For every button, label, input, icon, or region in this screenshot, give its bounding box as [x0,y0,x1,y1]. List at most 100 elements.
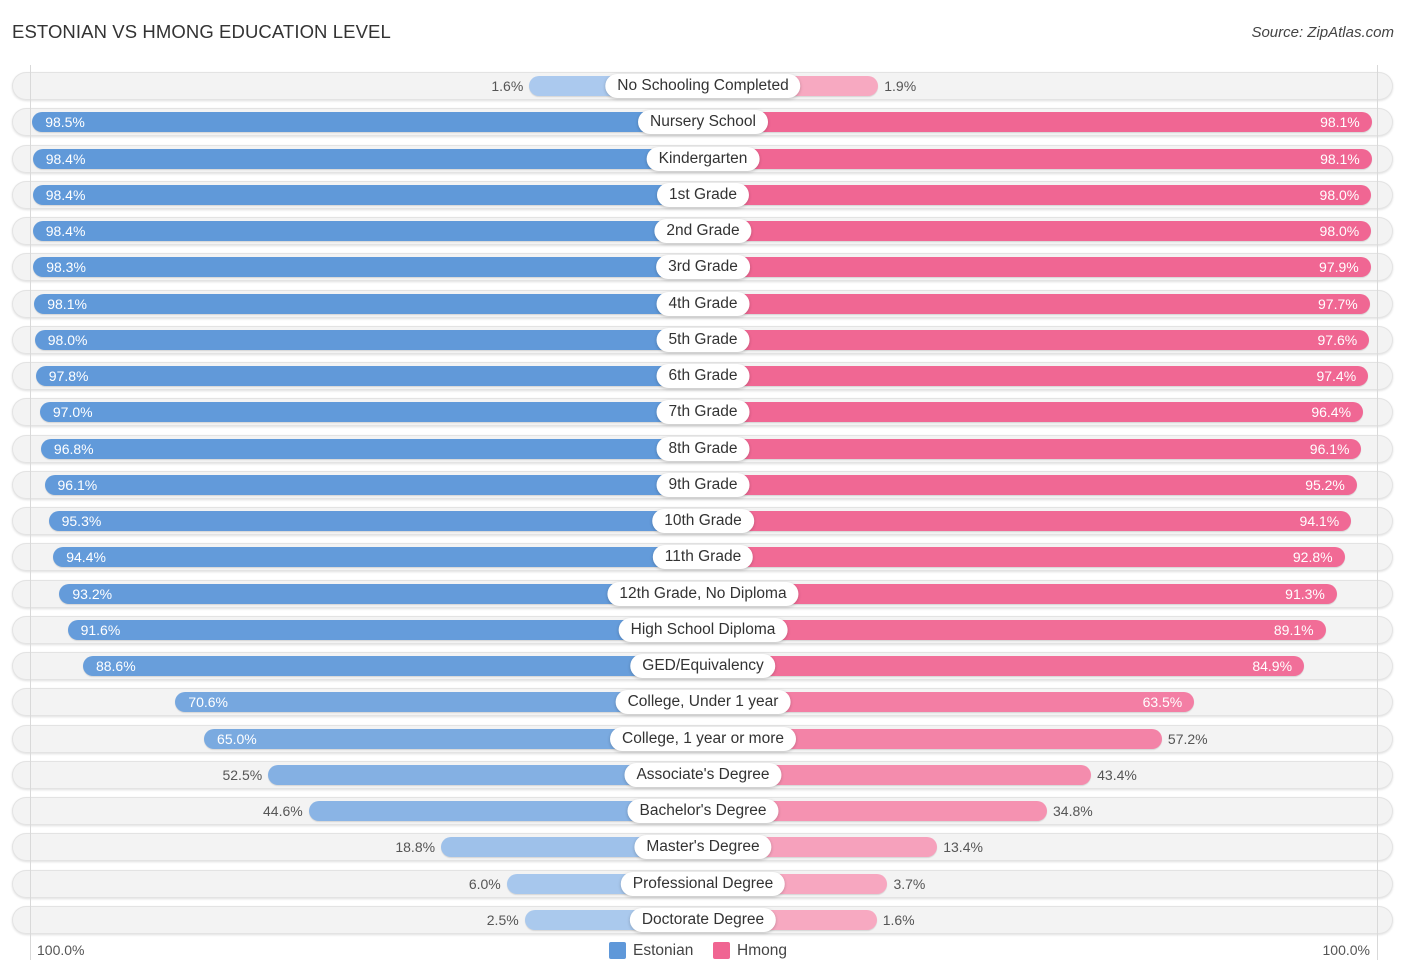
bar-hmong [703,112,1372,133]
bar-estonian [44,474,703,495]
legend-label-hmong: Hmong [737,942,787,959]
bar-hmong [703,366,1369,387]
value-label-hmong: 63.5% [1142,694,1183,711]
bar-hmong [703,547,1345,568]
chart-row: 96.1% 95.2% 9th Grade [0,470,1406,499]
bar-estonian [40,438,703,459]
value-label-estonian: 98.0% [47,331,88,348]
category-label: 10th Grade [652,509,754,534]
value-label-hmong: 34.8% [1053,803,1093,820]
value-label-estonian: 91.6% [80,621,121,638]
bar-estonian [67,619,703,640]
value-label-hmong: 3.7% [893,875,926,892]
value-label-estonian: 98.1% [47,295,87,312]
chart-root: ESTONIAN VS HMONG EDUCATION LEVEL Source… [0,0,1406,975]
value-label-estonian: 93.2% [72,585,113,602]
category-label: GED/Equivalency [630,654,776,679]
value-label-hmong: 94.1% [1299,513,1340,530]
category-label: Nursery School [638,110,768,135]
category-label: Professional Degree [620,871,786,896]
value-label-estonian: 18.8% [395,839,436,856]
bar-hmong [703,184,1372,205]
value-label-hmong: 97.7% [1318,295,1358,312]
chart-row: 95.3% 94.1% 10th Grade [0,507,1406,536]
value-label-estonian: 1.6% [491,78,524,94]
bar-hmong [703,257,1371,278]
chart-row: 96.8% 96.1% 8th Grade [0,434,1406,463]
bar-estonian [48,511,703,532]
bar-hmong [703,148,1372,169]
bar-hmong [703,619,1326,640]
category-label: Kindergarten [646,146,760,171]
legend-swatch-hmong [713,942,730,959]
category-label: No Schooling Completed [605,74,801,98]
bar-hmong [703,656,1305,677]
chart-row: 93.2% 91.3% 12th Grade, No Diploma [0,579,1406,608]
bar-estonian [39,402,703,423]
chart-row: 98.4% 98.0% 2nd Grade [0,217,1406,246]
bar-estonian [35,366,703,387]
plot-area: 1.6% 1.9% No Schooling Completed 98.5% 98.1%… [0,0,1406,975]
category-label: 6th Grade [656,364,750,389]
chart-row: 18.8% 13.4% Master's Degree [0,833,1406,862]
bar-estonian [53,547,703,568]
value-label-hmong: 96.4% [1311,404,1352,421]
category-label: 12th Grade, No Diploma [607,581,799,606]
chart-row: 6.0% 3.7% Professional Degree [0,869,1406,898]
value-label-hmong: 1.9% [884,78,917,94]
value-label-hmong: 97.4% [1316,368,1357,385]
value-label-hmong: 98.1% [1320,150,1360,167]
category-label: 8th Grade [656,436,750,461]
chart-row: 98.4% 98.1% Kindergarten [0,144,1406,173]
category-label: 2nd Grade [654,219,752,244]
value-label-hmong: 98.0% [1319,223,1360,240]
chart-row: 94.4% 92.8% 11th Grade [0,543,1406,572]
bar-hmong [703,474,1357,495]
bar-estonian [32,148,703,169]
category-label: 7th Grade [656,400,750,425]
bar-estonian [33,257,703,278]
value-label-hmong: 1.6% [882,911,915,928]
value-label-estonian: 98.4% [45,150,86,167]
value-label-estonian: 97.0% [52,404,93,421]
bar-hmong [703,511,1352,532]
chart-row: 44.6% 34.8% Bachelor's Degree [0,797,1406,826]
value-label-hmong: 97.6% [1317,331,1358,348]
value-label-estonian: 95.3% [61,513,102,530]
chart-row: 97.8% 97.4% 6th Grade [0,362,1406,391]
category-label: College, 1 year or more [610,726,796,751]
value-label-hmong: 97.9% [1319,259,1359,276]
bar-estonian [32,184,703,205]
value-label-estonian: 2.5% [486,911,519,928]
value-label-hmong: 92.8% [1292,549,1333,566]
value-label-estonian: 65.0% [217,730,257,747]
chart-row: 91.6% 89.1% High School Diploma [0,615,1406,644]
category-label: 9th Grade [656,472,750,497]
chart-row: 88.6% 84.9% GED/Equivalency [0,652,1406,681]
value-label-hmong: 95.2% [1305,476,1345,493]
value-label-hmong: 57.2% [1167,730,1208,747]
chart-row: 97.0% 96.4% 7th Grade [0,398,1406,427]
value-label-estonian: 98.4% [45,223,86,240]
legend-swatch-estonian [609,942,626,959]
value-label-hmong: 91.3% [1285,585,1325,602]
value-label-estonian: 98.5% [45,114,85,131]
gridline-right-100 [1377,65,1378,960]
value-label-estonian: 70.6% [188,694,229,711]
legend: Estonian Hmong [0,940,1406,962]
value-label-estonian: 97.8% [48,368,89,385]
category-label: 3rd Grade [656,255,750,280]
value-label-estonian: 88.6% [95,658,136,675]
category-label: Bachelor's Degree [627,799,779,824]
category-label: High School Diploma [618,617,788,642]
chart-row: 1.6% 1.9% No Schooling Completed [0,72,1406,100]
category-label: 4th Grade [656,291,750,316]
chart-row: 70.6% 63.5% College, Under 1 year [0,688,1406,717]
chart-row: 65.0% 57.2% College, 1 year or more [0,724,1406,753]
value-label-hmong: 96.1% [1309,440,1350,457]
category-label: 5th Grade [656,327,750,352]
gridline-left-100 [30,65,31,960]
bar-hmong [703,329,1370,350]
category-label: 1st Grade [656,182,750,207]
chart-row: 98.1% 97.7% 4th Grade [0,289,1406,318]
